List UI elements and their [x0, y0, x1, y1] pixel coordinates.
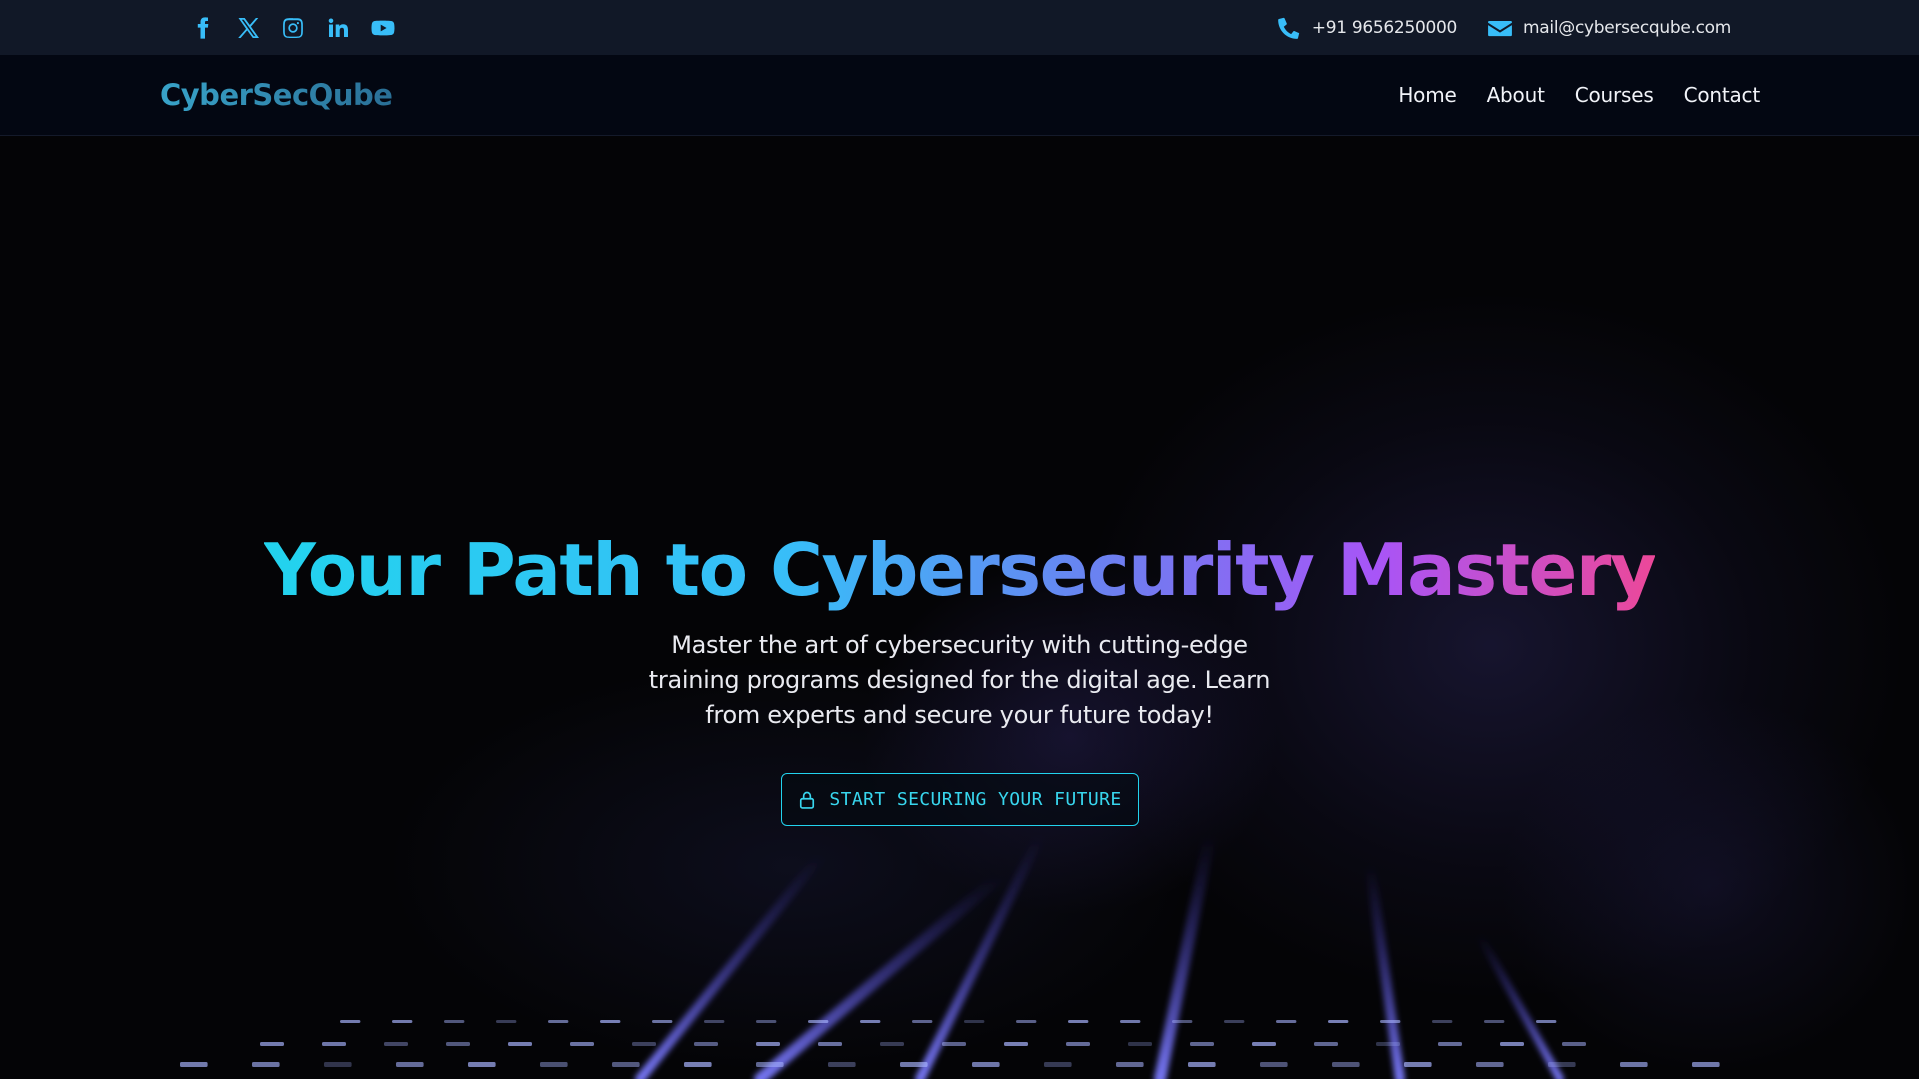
top-contact-bar: +91 9656250000 mail@cybersecqube.com: [0, 0, 1919, 55]
contact-info: +91 9656250000 mail@cybersecqube.com: [1276, 15, 1731, 41]
social-links: [190, 15, 396, 41]
nav-link-home[interactable]: Home: [1398, 83, 1456, 107]
phone-icon: [1277, 17, 1300, 39]
main-navbar: CyberSecQube Home About Courses Contact: [0, 55, 1919, 136]
nav-menu: Home About Courses Contact: [1398, 83, 1760, 107]
start-securing-button[interactable]: START SECURING YOUR FUTURE: [780, 773, 1139, 826]
email-link[interactable]: mail@cybersecqube.com: [1487, 15, 1731, 41]
facebook-icon[interactable]: [190, 15, 216, 41]
hero-section: Your Path to Cybersecurity Mastery Maste…: [0, 136, 1919, 1079]
linkedin-icon[interactable]: [325, 15, 351, 41]
nav-link-contact[interactable]: Contact: [1684, 83, 1761, 107]
nav-link-about[interactable]: About: [1487, 83, 1545, 107]
hero-content: Your Path to Cybersecurity Mastery Maste…: [0, 526, 1919, 826]
instagram-icon[interactable]: [280, 15, 306, 41]
cta-label: START SECURING YOUR FUTURE: [829, 789, 1122, 810]
nav-link-courses[interactable]: Courses: [1575, 83, 1654, 107]
youtube-icon[interactable]: [370, 15, 396, 41]
site-logo[interactable]: CyberSecQube: [160, 78, 393, 112]
lock-icon: [800, 791, 815, 809]
phone-link[interactable]: +91 9656250000: [1276, 15, 1457, 41]
hero-title: Your Path to Cybersecurity Mastery: [263, 528, 1657, 612]
envelope-icon: [1488, 20, 1512, 36]
phone-number: +91 9656250000: [1311, 17, 1458, 38]
email-address: mail@cybersecqube.com: [1523, 17, 1731, 38]
x-twitter-icon[interactable]: [235, 15, 261, 41]
hero-subtitle: Master the art of cybersecurity with cut…: [648, 631, 1271, 729]
